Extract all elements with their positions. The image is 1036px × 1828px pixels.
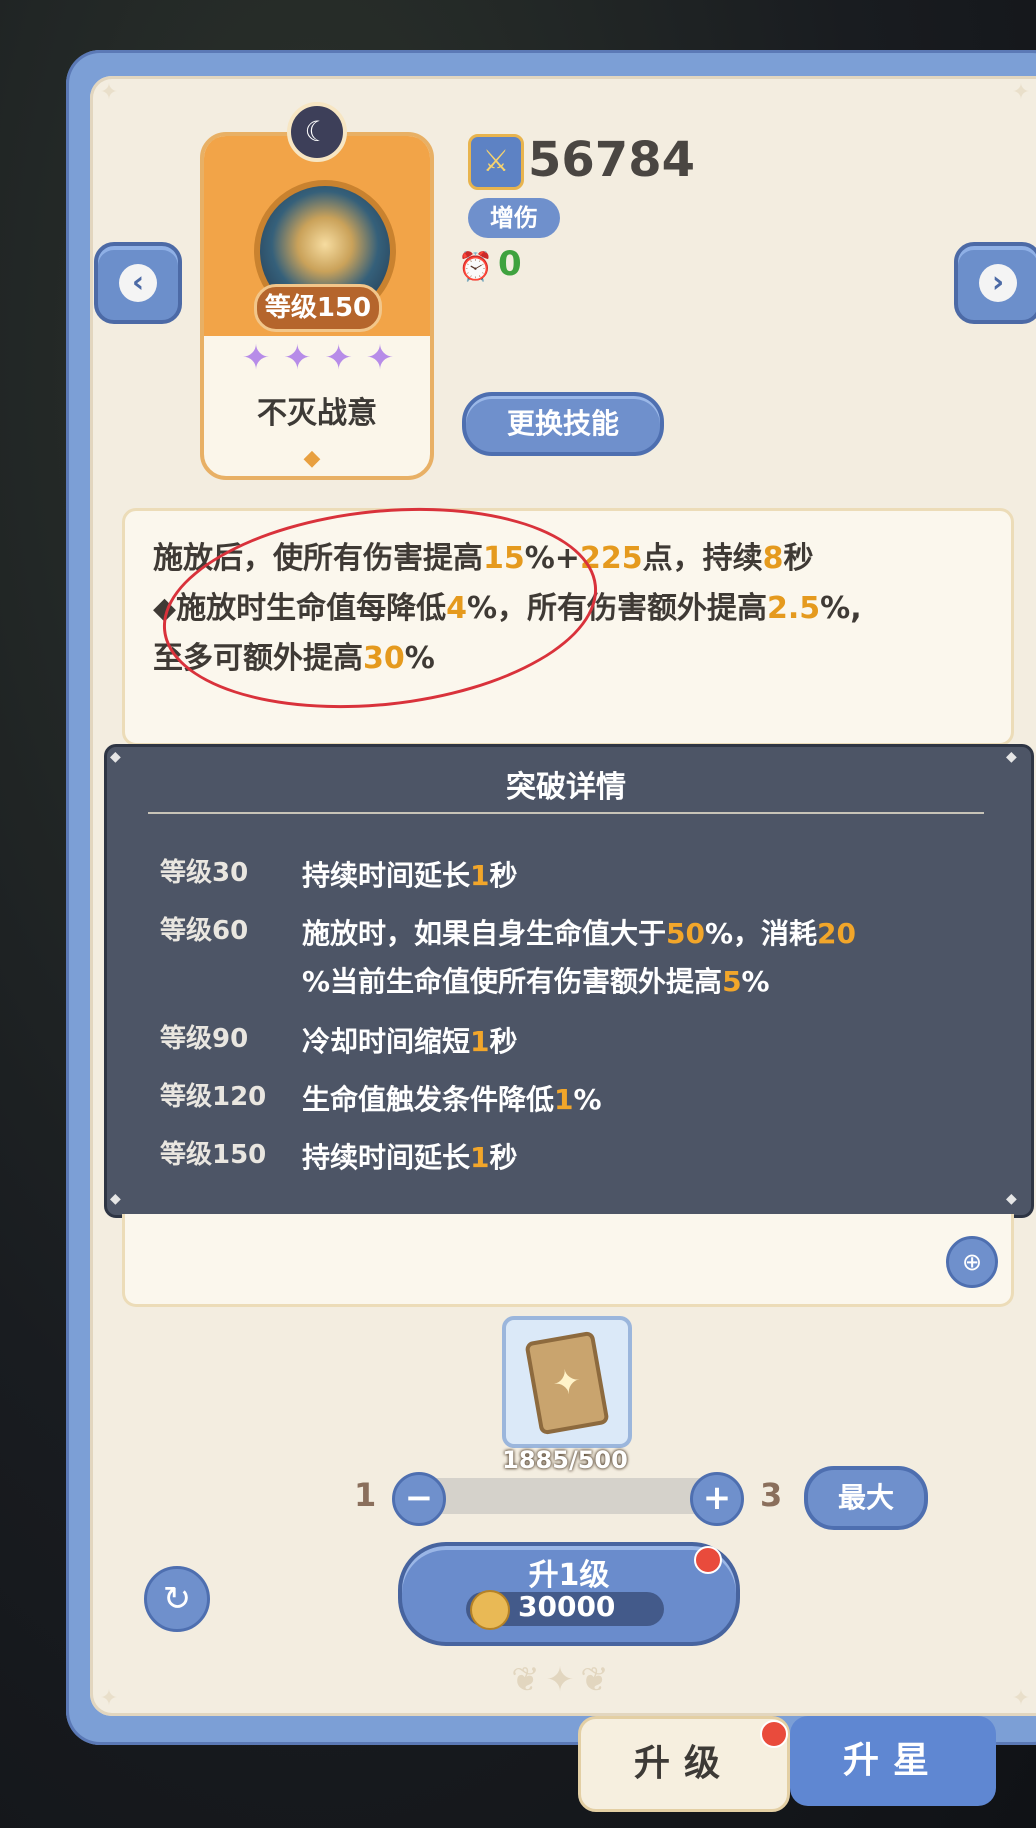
upgrade-label: 升1级 xyxy=(528,1558,610,1593)
star-rating: ✦ ✦ ✦ ✦ xyxy=(238,340,398,376)
breakthrough-level: 等级30 xyxy=(160,858,249,888)
next-skill-button[interactable]: › xyxy=(954,242,1036,324)
upgrade-cost: 30000 xyxy=(518,1590,616,1623)
breakthrough-row: 等级150 持续时间延长1秒 xyxy=(160,1134,518,1182)
coin-icon xyxy=(470,1590,510,1630)
alarm-clock-icon: ⏰ xyxy=(458,250,493,283)
quantity-slider[interactable] xyxy=(410,1478,720,1514)
breakthrough-level: 等级120 xyxy=(160,1082,267,1112)
breakthrough-row: 等级30 持续时间延长1秒 xyxy=(160,852,518,900)
magnifier-icon: ⊕ xyxy=(961,1248,983,1276)
popup-corner-ornament: ◆ xyxy=(1006,1191,1017,1207)
star-icon: ✦ xyxy=(324,338,353,378)
decrease-button[interactable]: − xyxy=(392,1472,446,1526)
slider-min: 1 xyxy=(354,1476,377,1514)
max-button[interactable]: 最大 xyxy=(804,1466,928,1530)
level-badge: 等级150 xyxy=(254,284,382,332)
corner-ornament: ✦ xyxy=(1011,1686,1031,1711)
corner-ornament: ✦ xyxy=(99,1686,119,1711)
change-skill-button[interactable]: 更换技能 xyxy=(462,392,664,456)
skill-name: 不灭战意 xyxy=(257,396,377,431)
cooldown-value: 0 xyxy=(498,244,522,284)
tab-star-up[interactable]: 升星 xyxy=(790,1716,996,1806)
increase-button[interactable]: + xyxy=(690,1472,744,1526)
moon-emblem-icon: ☾ xyxy=(287,102,347,162)
corner-ornament: ✦ xyxy=(99,80,119,105)
breakthrough-row: 等级90 冷却时间缩短1秒 xyxy=(160,1018,518,1066)
material-count: 1885/500 xyxy=(502,1446,628,1474)
upgrade-preview-box xyxy=(122,1214,1014,1307)
notification-dot xyxy=(760,1720,788,1748)
slider-max: 3 xyxy=(760,1476,783,1514)
prev-skill-button[interactable]: ‹ xyxy=(94,242,182,324)
popup-corner-ornament: ◆ xyxy=(110,1191,121,1207)
skill-tag: 增伤 xyxy=(468,198,560,238)
popup-title: 突破详情 xyxy=(506,770,626,805)
star-icon: ✦ xyxy=(283,338,312,378)
corner-ornament: ✦ xyxy=(1011,80,1031,105)
refresh-icon: ↻ xyxy=(162,1579,192,1619)
popup-divider xyxy=(148,812,984,814)
zoom-in-button[interactable]: ⊕ xyxy=(946,1236,998,1288)
breakthrough-level: 等级150 xyxy=(160,1140,267,1170)
tab-upgrade[interactable]: 升级 xyxy=(578,1716,790,1812)
chevron-left-icon: ‹ xyxy=(119,264,157,302)
breakthrough-level: 等级90 xyxy=(160,1024,249,1054)
sword-shield-icon: ⚔ xyxy=(468,134,524,190)
star-icon: ✦ xyxy=(365,338,395,378)
star-icon: ✦ xyxy=(241,338,271,378)
breakthrough-row: 等级60 施放时，如果自身生命值大于50%，消耗20 %当前生命值使所有伤害额外提高… xyxy=(160,910,856,1006)
power-value: 56784 xyxy=(528,132,695,188)
notification-dot xyxy=(694,1546,722,1574)
breakthrough-level: 等级60 xyxy=(160,916,249,946)
reset-button[interactable]: ↻ xyxy=(144,1566,210,1632)
chevron-right-icon: › xyxy=(979,264,1017,302)
diamond-ornament-icon: ◆ xyxy=(303,446,321,471)
bottom-ornament: ❦✦❦ xyxy=(511,1660,615,1700)
breakthrough-row: 等级120 生命值触发条件降低1% xyxy=(160,1076,602,1124)
